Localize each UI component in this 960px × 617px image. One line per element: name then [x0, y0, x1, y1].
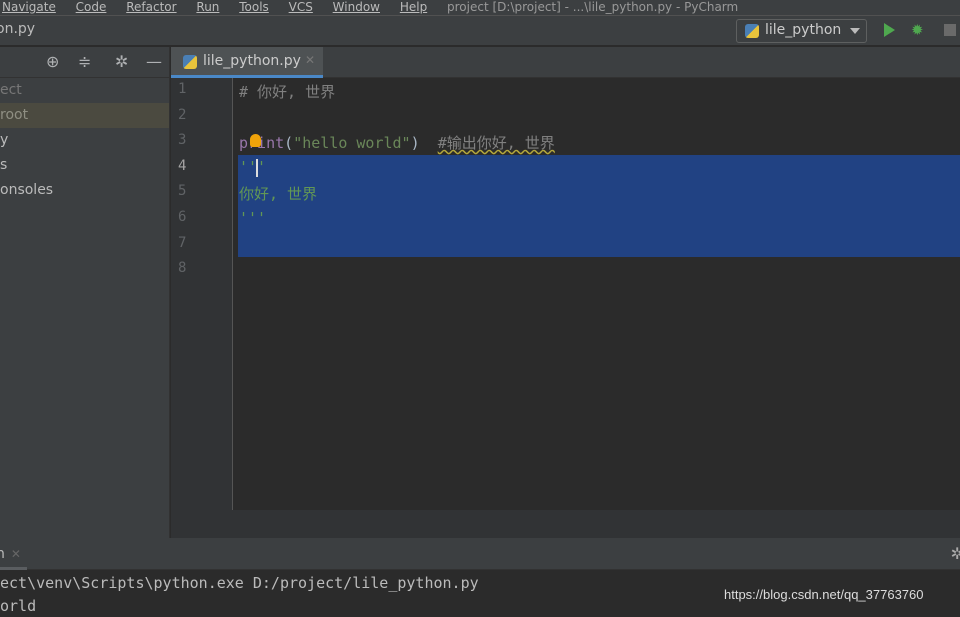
- line-number: 8: [171, 257, 232, 283]
- line-number: 4: [171, 155, 232, 181]
- project-panel: ⊕ ≑ ✲ — ect root y s onsoles: [0, 47, 170, 538]
- comment: #输出你好, 世界: [438, 134, 555, 152]
- line-number: 1: [171, 78, 232, 104]
- gear-icon[interactable]: ✲: [951, 544, 960, 563]
- code-line: [234, 232, 960, 258]
- tree-item[interactable]: y: [0, 128, 169, 153]
- code-line: 你好, 世界: [234, 180, 960, 206]
- tree-item[interactable]: onsoles: [0, 178, 169, 203]
- run-tab[interactable]: n✕: [0, 546, 27, 570]
- lightbulb-icon[interactable]: [250, 134, 261, 147]
- menu-bar: Navigate Code Refactor Run Tools VCS Win…: [0, 0, 960, 16]
- code-line: [234, 104, 960, 130]
- chevron-down-icon: [850, 28, 860, 34]
- run-config-label: lile_python: [765, 22, 841, 38]
- watermark: https://blog.csdn.net/qq_37763760: [724, 587, 924, 602]
- line-number: 2: [171, 104, 232, 130]
- tree-item[interactable]: ect: [0, 78, 169, 103]
- menu-tools[interactable]: Tools: [239, 0, 269, 14]
- code-line: ''': [234, 155, 960, 181]
- horizontal-scrollbar[interactable]: [171, 510, 960, 538]
- tab-lile-python[interactable]: lile_python.py ✕: [171, 47, 323, 78]
- minimize-icon[interactable]: —: [146, 52, 162, 71]
- locate-icon[interactable]: ⊕: [46, 52, 59, 71]
- window-title: project [D:\project] - ...\lile_python.p…: [447, 0, 738, 14]
- run-button[interactable]: [884, 23, 895, 37]
- close-icon[interactable]: ✕: [11, 547, 21, 561]
- code-line: print("hello world") #输出你好, 世界: [234, 129, 960, 155]
- paren: (: [284, 134, 293, 152]
- gear-icon[interactable]: ✲: [115, 52, 128, 71]
- tree-item[interactable]: s: [0, 153, 169, 178]
- menu-window[interactable]: Window: [333, 0, 380, 14]
- docstring: ''': [239, 158, 266, 176]
- tree-item[interactable]: root: [0, 103, 169, 128]
- breadcrumb[interactable]: on.py: [0, 21, 35, 37]
- run-panel-header: n✕ ✲: [0, 538, 960, 570]
- code-line: ''': [234, 206, 960, 232]
- line-number: 3: [171, 129, 232, 155]
- menu-navigate[interactable]: Navigate: [2, 0, 56, 14]
- line-number: 7: [171, 232, 232, 258]
- menu-help[interactable]: Help: [400, 0, 427, 14]
- text-cursor: [256, 159, 258, 177]
- line-number: 5: [171, 180, 232, 206]
- run-config-select[interactable]: lile_python: [736, 19, 867, 43]
- python-icon: [745, 24, 759, 38]
- code-line: [234, 257, 960, 283]
- paren: ): [411, 134, 420, 152]
- code-line: # 你好, 世界: [234, 78, 960, 104]
- debug-button[interactable]: ✹: [911, 21, 924, 39]
- stop-button[interactable]: [944, 24, 956, 36]
- menu-vcs[interactable]: VCS: [289, 0, 313, 14]
- menu-run[interactable]: Run: [196, 0, 219, 14]
- menu-refactor[interactable]: Refactor: [126, 0, 176, 14]
- python-file-icon: [183, 55, 197, 69]
- string-literal: "hello world": [293, 134, 410, 152]
- run-tab-label: n: [0, 546, 5, 562]
- collapse-icon[interactable]: ≑: [78, 52, 91, 71]
- line-gutter: 1 2 3 4 5 6 7 8: [171, 78, 233, 510]
- close-icon[interactable]: ✕: [305, 53, 315, 67]
- tab-label: lile_python.py: [203, 53, 301, 69]
- code-editor[interactable]: # 你好, 世界 print("hello world") #输出你好, 世界 …: [234, 78, 960, 510]
- editor-tabs: lile_python.py ✕: [171, 47, 960, 78]
- navigation-bar: on.py lile_python ✹: [0, 16, 960, 46]
- function-name: print: [239, 134, 284, 152]
- menu-code[interactable]: Code: [76, 0, 107, 14]
- line-number: 6: [171, 206, 232, 232]
